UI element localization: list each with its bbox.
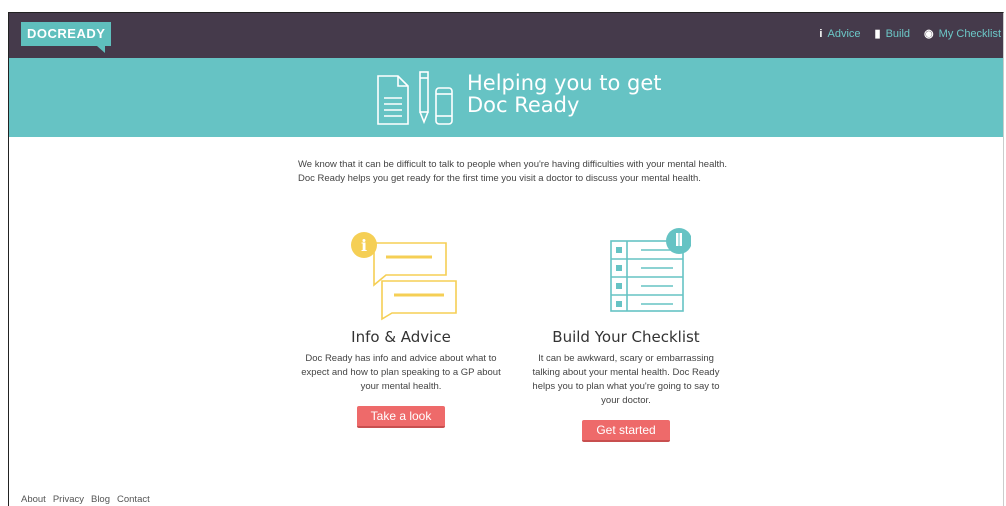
footer-about-link[interactable]: About	[21, 494, 46, 505]
info-advice-column: i Info & Advice Doc Ready has info and a…	[301, 223, 501, 428]
nav-my-checklist[interactable]: ◉ My Checklist	[924, 27, 1001, 41]
build-checklist-text: It can be awkward, scary or embarrassing…	[532, 353, 720, 406]
checklist-icon	[610, 228, 692, 312]
info-advice-text: Doc Ready has info and advice about what…	[301, 353, 501, 392]
svg-text:i: i	[361, 236, 367, 255]
nav-build[interactable]: ▮ Build	[874, 27, 911, 41]
nav-menu: i Advice ▮ Build ◉ My Checklist	[819, 27, 1001, 41]
nav-advice[interactable]: i Advice	[819, 27, 860, 40]
get-started-button[interactable]: Get started	[582, 420, 670, 442]
nav-my-checklist-label: My Checklist	[938, 27, 1001, 40]
nav-build-label: Build	[885, 27, 911, 40]
hero-title-line1: Helping you to get	[467, 71, 662, 95]
footer-privacy-link[interactable]: Privacy	[53, 494, 84, 505]
doc-ready-logo[interactable]: DOCREADY	[21, 22, 112, 53]
build-checklist-column: Build Your Checklist It can be awkward, …	[526, 223, 726, 442]
info-icon: i	[819, 27, 823, 40]
hero-title: Helping you to get Doc Ready	[467, 72, 662, 116]
build-icon: ▮	[874, 28, 881, 40]
hero-document-pencil-phone-icon	[377, 71, 453, 125]
footer-contact-link[interactable]: Contact	[117, 494, 150, 505]
speech-bubbles-info-icon: i	[351, 232, 457, 321]
eye-icon: ◉	[924, 28, 934, 40]
navbar: DOCREADY i Advice ▮ Build ◉ My Checklist	[9, 13, 1003, 58]
hero-title-line2: Doc Ready	[467, 93, 580, 117]
footer-blog-link[interactable]: Blog	[91, 494, 110, 505]
hero-banner: Helping you to get Doc Ready	[9, 58, 1003, 137]
info-advice-title: Info & Advice	[351, 328, 451, 346]
footer-links: About Privacy Blog Contact	[21, 494, 150, 505]
take-a-look-button[interactable]: Take a look	[356, 406, 446, 428]
intro-text: We know that it can be difficult to talk…	[298, 159, 728, 184]
build-checklist-title: Build Your Checklist	[552, 328, 700, 346]
nav-advice-label: Advice	[827, 27, 861, 40]
browser-frame: DOCREADY i Advice ▮ Build ◉ My Checklist	[8, 12, 1004, 506]
